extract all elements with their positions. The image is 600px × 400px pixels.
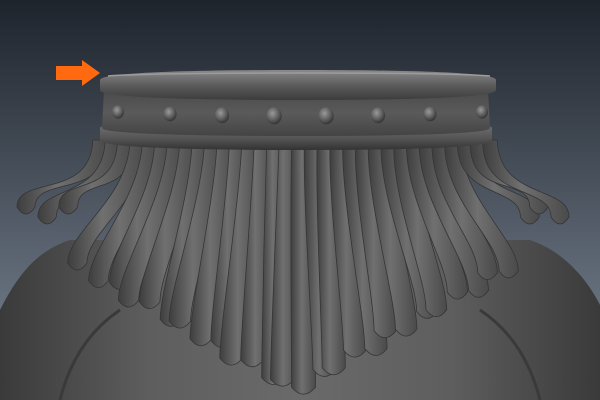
rivet	[318, 107, 334, 125]
rivet	[214, 107, 230, 124]
rivet	[266, 107, 282, 125]
rivet	[163, 106, 177, 122]
3d-viewport[interactable]	[0, 0, 600, 400]
rivet	[370, 107, 386, 124]
rivet	[476, 105, 488, 119]
collar-mesh[interactable]	[100, 70, 496, 150]
viewport-canvas[interactable]	[0, 0, 600, 400]
rivet	[423, 106, 437, 122]
rivet	[112, 105, 124, 119]
